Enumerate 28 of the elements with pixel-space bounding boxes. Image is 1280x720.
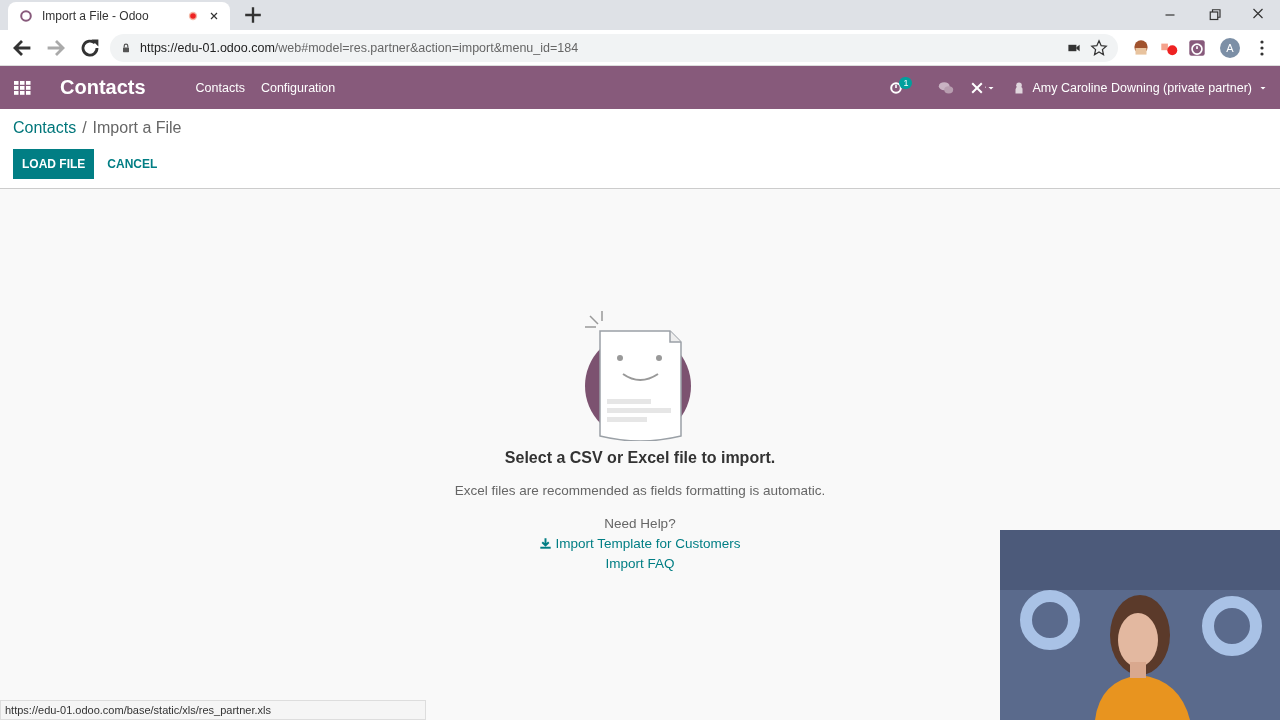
app-title: Contacts bbox=[60, 76, 146, 99]
close-icon[interactable] bbox=[208, 10, 220, 22]
load-file-button[interactable]: LOAD FILE bbox=[13, 149, 95, 179]
breadcrumb-link[interactable]: Contacts bbox=[13, 119, 77, 137]
template-link[interactable]: Import Template for Customers bbox=[539, 536, 741, 551]
recording-icon bbox=[186, 9, 200, 23]
download-icon bbox=[539, 537, 553, 550]
empty-state-title: Select a CSV or Excel file to import. bbox=[504, 449, 776, 467]
url-path: /web#model=res.partner&action=import&menu_id=184 bbox=[274, 40, 579, 55]
clock-icon[interactable] bbox=[888, 79, 905, 96]
profile-avatar[interactable]: A bbox=[1220, 37, 1240, 58]
faq-link[interactable]: Import FAQ bbox=[605, 556, 675, 571]
address-bar[interactable]: https://edu-01.odoo.com/web#model=res.partner&action=import&menu_id=184 bbox=[110, 33, 1118, 62]
tab-title: Import a File - Odoo bbox=[42, 9, 150, 23]
breadcrumb-separator: / bbox=[82, 119, 87, 137]
lock-icon bbox=[120, 41, 132, 54]
help-label: Need Help? bbox=[604, 516, 676, 531]
status-url: https://edu-01.odoo.com/base/static/xls/res_partner.xls bbox=[0, 700, 426, 720]
activity-count-badge: 1 bbox=[899, 76, 913, 89]
url-host: https://edu-01.odoo.com bbox=[140, 40, 275, 55]
cancel-button[interactable]: CANCEL bbox=[98, 149, 167, 179]
browser-tab[interactable]: Import a File - Odoo bbox=[8, 2, 230, 30]
menu-item[interactable]: Configuration bbox=[260, 80, 336, 95]
user-menu[interactable]: Amy Caroline Downing (private partner) bbox=[1012, 80, 1268, 95]
empty-state-subtitle: Excel files are recommended as fields formatting is automatic. bbox=[454, 483, 826, 498]
star-icon[interactable] bbox=[1090, 38, 1108, 57]
breadcrumb-current: Import a File bbox=[92, 119, 182, 137]
menu-item[interactable]: Contacts bbox=[195, 80, 245, 95]
